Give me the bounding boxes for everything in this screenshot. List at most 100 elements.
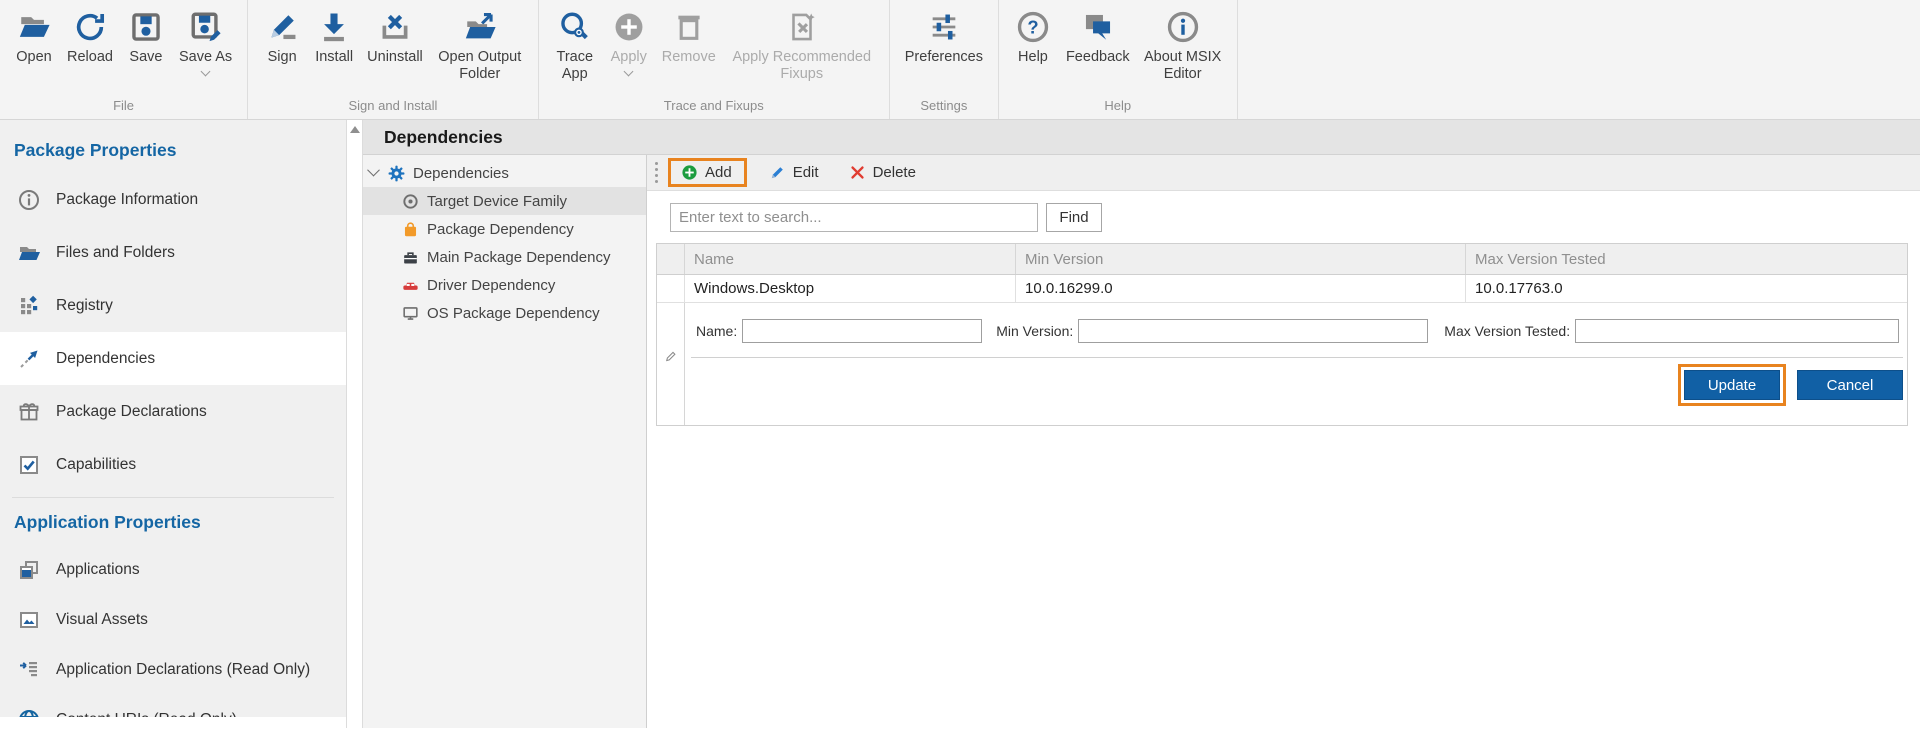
edit-row-indicator: [657, 303, 685, 425]
sidebar-item-package-information[interactable]: Package Information: [0, 173, 346, 226]
cell-max-version-tested: 10.0.17763.0: [1466, 275, 1907, 302]
car-icon: [400, 275, 420, 295]
globe-icon: [16, 708, 41, 718]
apply-recommended-fixups-label: Apply Recommended Fixups: [730, 49, 874, 83]
selector-column-header: [657, 244, 685, 274]
reload-button[interactable]: Reload: [60, 6, 120, 68]
remove-label: Remove: [662, 49, 716, 66]
ribbon-group-help-caption: Help: [1007, 97, 1229, 119]
ribbon-group-help: ? Help Feedback About MSIX Editor Help: [999, 0, 1238, 119]
sidebar-item-content-uris[interactable]: Content URIs (Read Only): [0, 695, 346, 717]
find-button[interactable]: Find: [1046, 203, 1102, 232]
reload-label: Reload: [67, 49, 113, 66]
name-field[interactable]: [742, 319, 982, 343]
save-label: Save: [129, 49, 162, 66]
tree-collapse-chevron-icon[interactable]: [367, 163, 380, 176]
save-as-button[interactable]: Save As: [172, 6, 239, 77]
toolbar-grip-icon[interactable]: [655, 162, 658, 183]
feedback-button[interactable]: Feedback: [1059, 6, 1137, 68]
ribbon-group-sign-install-caption: Sign and Install: [256, 97, 530, 119]
sidebar-item-visual-assets[interactable]: Visual Assets: [0, 595, 346, 645]
help-label: Help: [1018, 49, 1048, 66]
tree-node-package-dependency[interactable]: Package Dependency: [363, 215, 646, 243]
detail-toolbar: Add Edit Delete: [647, 155, 1920, 191]
cancel-button[interactable]: Cancel: [1797, 370, 1903, 400]
edit-button[interactable]: Edit: [761, 160, 827, 185]
ribbon-group-trace-fixups: Trace App Apply Remove Apply Recommended…: [539, 0, 890, 119]
svg-text:?: ?: [1027, 17, 1038, 38]
install-button[interactable]: Install: [308, 6, 360, 68]
uninstall-button[interactable]: Uninstall: [360, 6, 430, 68]
ribbon-group-trace-fixups-caption: Trace and Fixups: [547, 97, 881, 119]
sidebar-item-package-declarations[interactable]: Package Declarations: [0, 385, 346, 438]
delete-button[interactable]: Delete: [841, 160, 924, 185]
apply-recommended-fixups-button[interactable]: Apply Recommended Fixups: [723, 6, 881, 85]
reload-icon: [71, 8, 109, 46]
about-msix-editor-label: About MSIX Editor: [1144, 49, 1222, 83]
help-button[interactable]: ? Help: [1007, 6, 1059, 68]
tree-node-dependencies[interactable]: Dependencies: [363, 159, 646, 187]
editor-buttons-row: Update Cancel: [685, 358, 1907, 406]
tree-node-main-package-dependency[interactable]: Main Package Dependency: [363, 243, 646, 271]
sidebar-scrollbar[interactable]: [346, 120, 363, 728]
monitor-icon: [400, 303, 420, 323]
column-header-name[interactable]: Name: [685, 244, 1016, 274]
declarations-list-icon: [16, 658, 41, 683]
add-button[interactable]: Add: [671, 161, 744, 184]
scrollbar-up-arrow-icon[interactable]: [350, 126, 360, 133]
sign-button[interactable]: Sign: [256, 6, 308, 68]
update-highlight-frame: Update: [1678, 364, 1786, 406]
info-circle-icon: [16, 187, 41, 212]
tree-node-os-package-dependency[interactable]: OS Package Dependency: [363, 299, 646, 327]
add-highlight-frame: Add: [668, 158, 747, 187]
tree-node-label: Main Package Dependency: [427, 249, 610, 266]
remove-button[interactable]: Remove: [655, 6, 723, 68]
open-output-folder-label: Open Output Folder: [437, 49, 523, 83]
open-button[interactable]: Open: [8, 6, 60, 68]
sidebar-item-registry[interactable]: Registry: [0, 279, 346, 332]
apply-dropdown-chevron-icon[interactable]: [624, 67, 634, 77]
open-output-folder-button[interactable]: Open Output Folder: [430, 6, 530, 85]
tree-node-driver-dependency[interactable]: Driver Dependency: [363, 271, 646, 299]
search-row: Find: [670, 203, 1920, 232]
trace-app-button[interactable]: Trace App: [547, 6, 603, 85]
apply-plus-icon: [610, 8, 648, 46]
apply-button[interactable]: Apply: [603, 6, 655, 77]
sidebar-item-files-and-folders[interactable]: Files and Folders: [0, 226, 346, 279]
max-version-tested-field[interactable]: [1575, 319, 1899, 343]
save-button[interactable]: Save: [120, 6, 172, 68]
row-selector-cell[interactable]: [657, 275, 685, 302]
sign-label: Sign: [268, 49, 297, 66]
tree-node-target-device-family[interactable]: Target Device Family: [363, 187, 646, 215]
toolbox-icon: [400, 247, 420, 267]
preferences-button[interactable]: Preferences: [898, 6, 990, 68]
tree-node-label: Package Dependency: [427, 221, 574, 238]
help-icon: ?: [1014, 8, 1052, 46]
tree-node-label: Dependencies: [413, 165, 509, 182]
about-msix-editor-button[interactable]: About MSIX Editor: [1137, 6, 1229, 85]
install-arrow-icon: [315, 8, 353, 46]
sidebar-item-applications[interactable]: Applications: [0, 545, 346, 595]
msix-editor-window: Open Reload Save Save As File: [0, 0, 1920, 729]
column-header-min-version[interactable]: Min Version: [1016, 244, 1466, 274]
image-icon: [16, 608, 41, 633]
sidebar-item-application-declarations[interactable]: Application Declarations (Read Only): [0, 645, 346, 695]
search-input[interactable]: [670, 203, 1038, 232]
ribbon-group-settings-caption: Settings: [898, 97, 990, 119]
tree-node-label: Driver Dependency: [427, 277, 555, 294]
max-version-tested-field-label: Max Version Tested:: [1444, 323, 1570, 339]
column-header-max-version-tested[interactable]: Max Version Tested: [1466, 244, 1907, 274]
trace-app-label: Trace App: [554, 49, 596, 83]
add-plus-icon: [681, 164, 698, 181]
min-version-field[interactable]: [1078, 319, 1428, 343]
target-icon: [400, 191, 420, 211]
apply-label: Apply: [611, 49, 647, 66]
sidebar-item-capabilities[interactable]: Capabilities: [0, 438, 346, 491]
table-row[interactable]: Windows.Desktop 10.0.16299.0 10.0.17763.…: [657, 275, 1907, 303]
ribbon-group-sign-install: Sign Install Uninstall Open Output Folde…: [248, 0, 539, 119]
save-as-dropdown-chevron-icon[interactable]: [201, 67, 211, 77]
registry-grid-icon: [16, 293, 41, 318]
update-button[interactable]: Update: [1684, 370, 1780, 400]
sidebar-item-dependencies[interactable]: Dependencies: [0, 332, 346, 385]
table-header-row: Name Min Version Max Version Tested: [657, 244, 1907, 275]
